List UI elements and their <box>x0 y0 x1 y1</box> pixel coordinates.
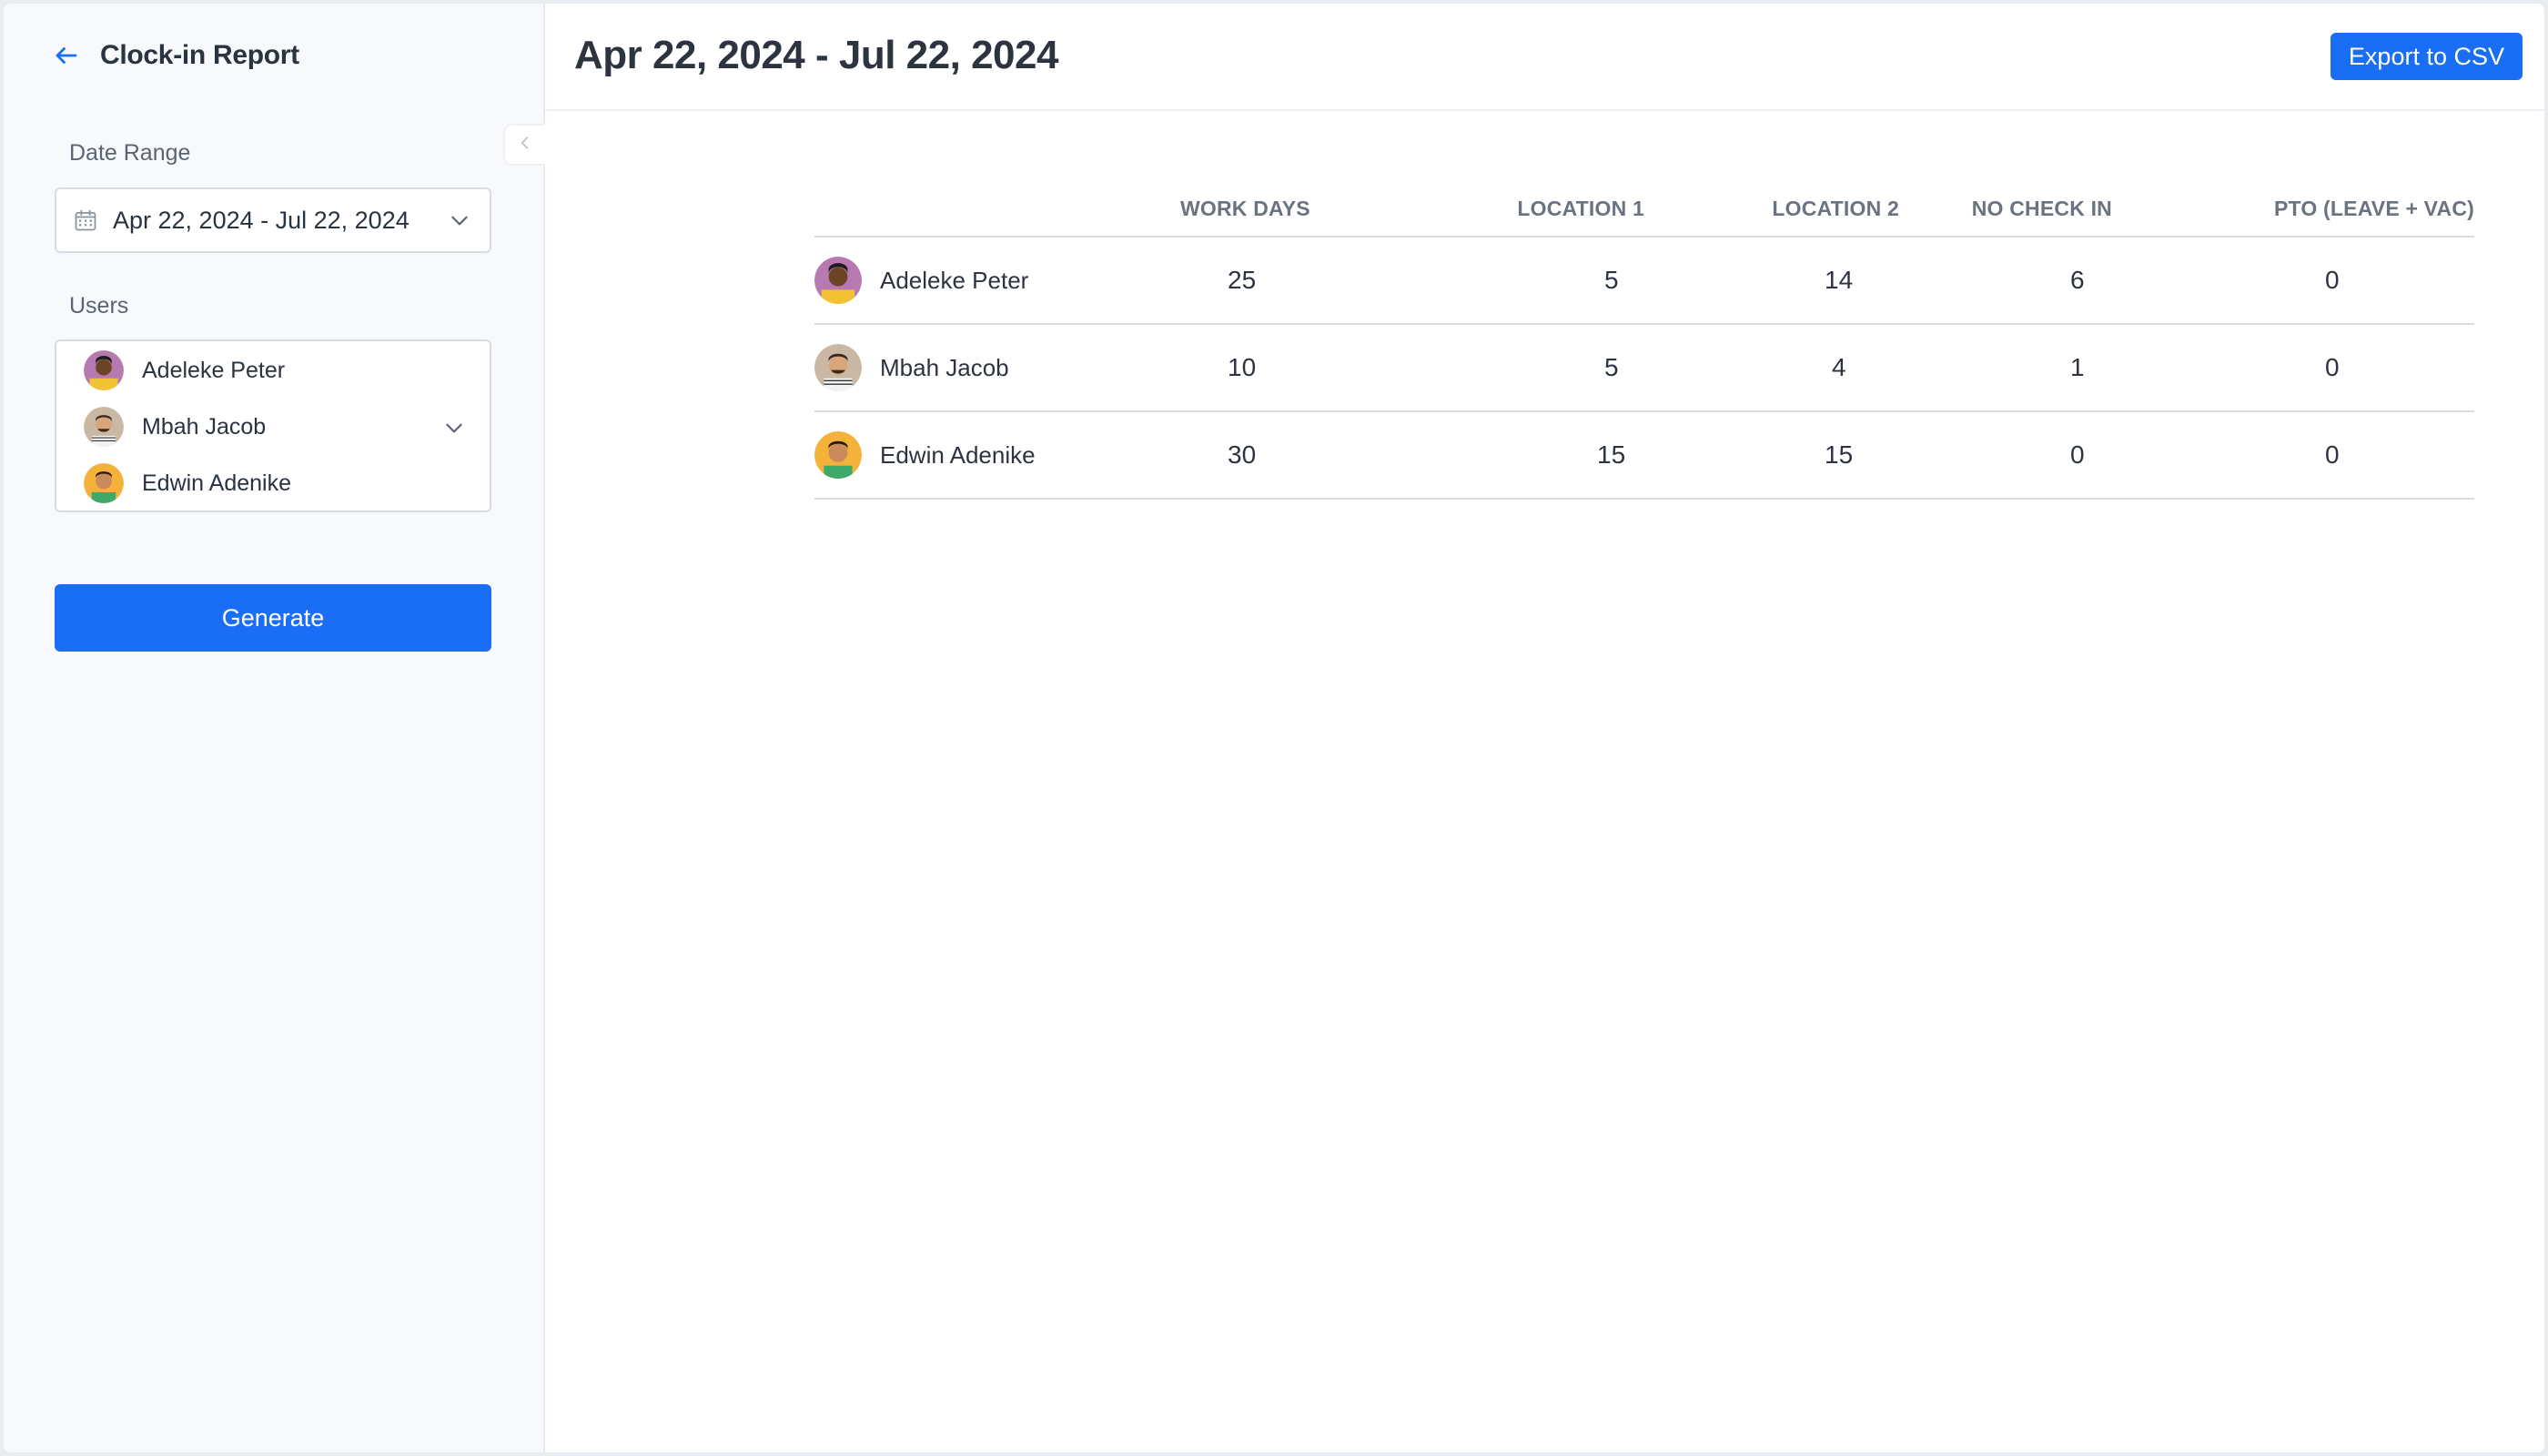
users-select[interactable]: Adeleke Peter Mbah Jacob Edwin Adenike <box>55 339 491 512</box>
table-row[interactable]: Adeleke Peter 25 5 14 6 0 <box>814 237 2474 325</box>
avatar <box>814 257 862 304</box>
user-name: Mbah Jacob <box>880 353 1009 381</box>
header: Apr 22, 2024 - Jul 22, 2024 Export to CS… <box>545 4 2544 111</box>
user-cell: Adeleke Peter <box>814 237 1178 325</box>
page-title: Apr 22, 2024 - Jul 22, 2024 <box>574 33 1058 77</box>
chevron-left-icon <box>516 134 534 157</box>
date-range-label: Date Range <box>69 140 191 166</box>
no-check-in-cell: 0 <box>1916 411 2170 500</box>
app-window: Clock-in Report Date Range Apr 22, 2024 … <box>4 4 2544 1452</box>
table-row[interactable]: Edwin Adenike 30 15 15 0 0 <box>814 411 2474 500</box>
work-days-cell: 30 <box>1178 411 1451 500</box>
work-days-cell: 25 <box>1178 237 1451 325</box>
report-table: WORK DAYS LOCATION 1 LOCATION 2 NO CHECK… <box>814 182 2474 500</box>
location-2-cell: 14 <box>1715 237 1916 325</box>
calendar-icon <box>73 207 98 233</box>
table-row[interactable]: Mbah Jacob 10 5 4 1 0 <box>814 324 2474 412</box>
main-content: Apr 22, 2024 - Jul 22, 2024 Export to CS… <box>545 4 2544 1452</box>
column-header-work-days: WORK DAYS <box>1178 182 1451 238</box>
users-label: Users <box>69 293 129 318</box>
sidebar-title: Clock-in Report <box>100 40 299 70</box>
sidebar: Clock-in Report Date Range Apr 22, 2024 … <box>4 4 545 1452</box>
selected-user-item: Mbah Jacob <box>84 407 266 447</box>
selected-user-item: Adeleke Peter <box>84 350 285 390</box>
location-1-cell: 5 <box>1451 237 1715 325</box>
selected-user-item: Edwin Adenike <box>84 463 291 503</box>
export-csv-button[interactable]: Export to CSV <box>2330 33 2523 80</box>
location-2-cell: 15 <box>1715 411 1916 500</box>
selected-user-name: Edwin Adenike <box>142 470 292 496</box>
avatar <box>84 463 124 503</box>
user-name: Adeleke Peter <box>880 266 1029 294</box>
column-header-location-2: LOCATION 2 <box>1715 182 1916 238</box>
avatar <box>84 350 124 390</box>
selected-user-name: Adeleke Peter <box>142 357 286 383</box>
avatar <box>814 431 862 479</box>
pto-cell: 0 <box>2170 411 2474 500</box>
pto-cell: 0 <box>2170 324 2474 412</box>
sidebar-header: Clock-in Report <box>53 40 299 71</box>
chevron-down-icon[interactable] <box>442 416 466 440</box>
chevron-down-icon <box>448 208 471 232</box>
column-header-user <box>814 182 1178 238</box>
arrow-left-icon[interactable] <box>53 42 80 69</box>
user-cell: Edwin Adenike <box>814 411 1178 500</box>
avatar <box>84 407 124 447</box>
location-2-cell: 4 <box>1715 324 1916 412</box>
work-days-cell: 10 <box>1178 324 1451 412</box>
user-cell: Mbah Jacob <box>814 324 1178 412</box>
column-header-pto: PTO (LEAVE + VAC) <box>2170 182 2474 238</box>
column-header-no-check-in: NO CHECK IN <box>1916 182 2170 238</box>
avatar <box>814 344 862 391</box>
date-range-value: Apr 22, 2024 - Jul 22, 2024 <box>113 206 410 234</box>
collapse-sidebar-button[interactable] <box>503 124 545 166</box>
date-range-select[interactable]: Apr 22, 2024 - Jul 22, 2024 <box>55 187 491 253</box>
selected-user-name: Mbah Jacob <box>142 413 267 440</box>
no-check-in-cell: 6 <box>1916 237 2170 325</box>
location-1-cell: 5 <box>1451 324 1715 412</box>
pto-cell: 0 <box>2170 237 2474 325</box>
user-name: Edwin Adenike <box>880 440 1036 469</box>
no-check-in-cell: 1 <box>1916 324 2170 412</box>
location-1-cell: 15 <box>1451 411 1715 500</box>
column-header-location-1: LOCATION 1 <box>1451 182 1715 238</box>
generate-button[interactable]: Generate <box>55 584 491 652</box>
table-header-row: WORK DAYS LOCATION 1 LOCATION 2 NO CHECK… <box>814 182 2474 238</box>
